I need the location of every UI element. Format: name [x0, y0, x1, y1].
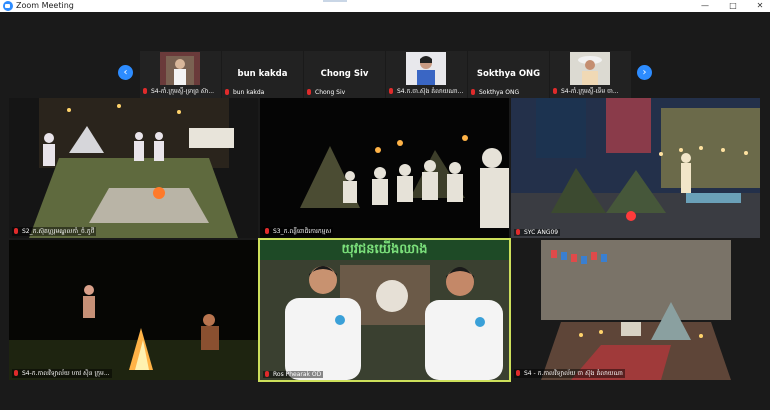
- video-tile-campfire-circle[interactable]: S3_ក.ពន្លឺពោធិកោរកម្មស: [260, 98, 509, 238]
- mic-muted-icon: [471, 89, 475, 95]
- video-tile-garden-tents[interactable]: SYC ANG09: [511, 98, 760, 238]
- title-bar: Zoom Meeting — □ ✕: [0, 0, 770, 12]
- participant-label: Ros Phearak OD: [273, 371, 322, 378]
- participant-label: SYC ANG09: [524, 229, 559, 236]
- participant-label: S4 - ក.កាលវិទ្យាល័យ ចា ស៊ុង គំលាយណា: [524, 370, 623, 377]
- mic-muted-icon: [516, 370, 520, 376]
- thumbnail-participant[interactable]: Chong Siv Chong Siv: [304, 51, 385, 98]
- participant-label: S2_ក.ស៊ុតហរ្ណមណ្ឌលកាំ_ចំ.កូថី: [22, 228, 95, 235]
- video-tile-night-fire[interactable]: S4-ក.កាលវិទ្យាល័យ ហាវ ស៊ិន ក្រុម...: [9, 240, 258, 380]
- zoom-logo-icon: [3, 1, 13, 11]
- mic-muted-icon: [143, 88, 147, 94]
- mic-muted-icon: [553, 88, 557, 94]
- mic-muted-icon: [307, 89, 311, 95]
- video-tile-camp-yard[interactable]: S2_ក.ស៊ុតហរ្ណមណ្ឌលកាំ_ចំ.កូថី: [9, 98, 258, 238]
- participant-video-icon: [160, 52, 200, 85]
- mic-muted-icon: [14, 370, 18, 376]
- participant-label: S4-ក.កាលវិទ្យាល័យ ហាវ ស៊ិន ក្រុម...: [22, 370, 110, 377]
- thumbnail-participant[interactable]: bun kakda bun kakda: [222, 51, 303, 98]
- video-tile-active-speaker[interactable]: យុវជនយើងឈាង Ros Phearak OD: [260, 240, 509, 380]
- thumbnail-participant[interactable]: Sokthya ONG Sokthya ONG: [468, 51, 549, 98]
- top-tab-marker: [323, 0, 347, 2]
- participant-name: Chong Siv: [320, 69, 369, 79]
- banner-text: យុវជនយើងឈាង: [341, 242, 428, 257]
- meeting-canvas: ‹ › S4-កាំ.ក្រុមស្លឹ-ទ្រាព្រ ស៊ា... bun …: [0, 12, 770, 410]
- mic-muted-icon: [265, 371, 269, 377]
- mic-muted-icon: [389, 88, 393, 94]
- participant-label: S3_ក.ពន្លឺពោធិកោរកម្មស: [273, 228, 332, 235]
- participant-video-icon: [406, 52, 446, 85]
- camp-yard-scene: [9, 98, 258, 238]
- mic-muted-icon: [225, 89, 229, 95]
- participant-name: bun kakda: [237, 69, 288, 79]
- campfire-circle-scene: [260, 98, 509, 238]
- maximize-button[interactable]: □: [724, 0, 742, 12]
- minimize-button[interactable]: —: [696, 0, 714, 12]
- window-title: Zoom Meeting: [16, 1, 74, 10]
- next-page-button[interactable]: ›: [637, 65, 652, 80]
- mic-muted-icon: [516, 229, 520, 235]
- mic-muted-icon: [265, 228, 269, 234]
- studio-scene: [260, 240, 509, 380]
- participant-name: Sokthya ONG: [476, 69, 541, 79]
- close-button[interactable]: ✕: [751, 0, 769, 12]
- participant-video-icon: [570, 52, 610, 85]
- thumbnail-participant[interactable]: S4-កាំ.ក្រុមស្លឹ-ទ្រាព្រ ស៊ា...: [140, 51, 221, 98]
- video-tile-courtyard[interactable]: S4 - ក.កាលវិទ្យាល័យ ចា ស៊ុង គំលាយណា: [511, 240, 760, 380]
- courtyard-scene: [511, 240, 760, 380]
- thumbnail-participant[interactable]: S4-កាំ.ក្រុមស្លឹ-ទើម ចា...: [550, 51, 631, 98]
- thumbnail-participant[interactable]: S4.ក.ចា.ស៊ុង គំលាយណា...: [386, 51, 467, 98]
- prev-page-button[interactable]: ‹: [118, 65, 133, 80]
- mic-muted-icon: [14, 228, 18, 234]
- night-fire-scene: [9, 240, 258, 380]
- garden-tents-scene: [511, 98, 760, 238]
